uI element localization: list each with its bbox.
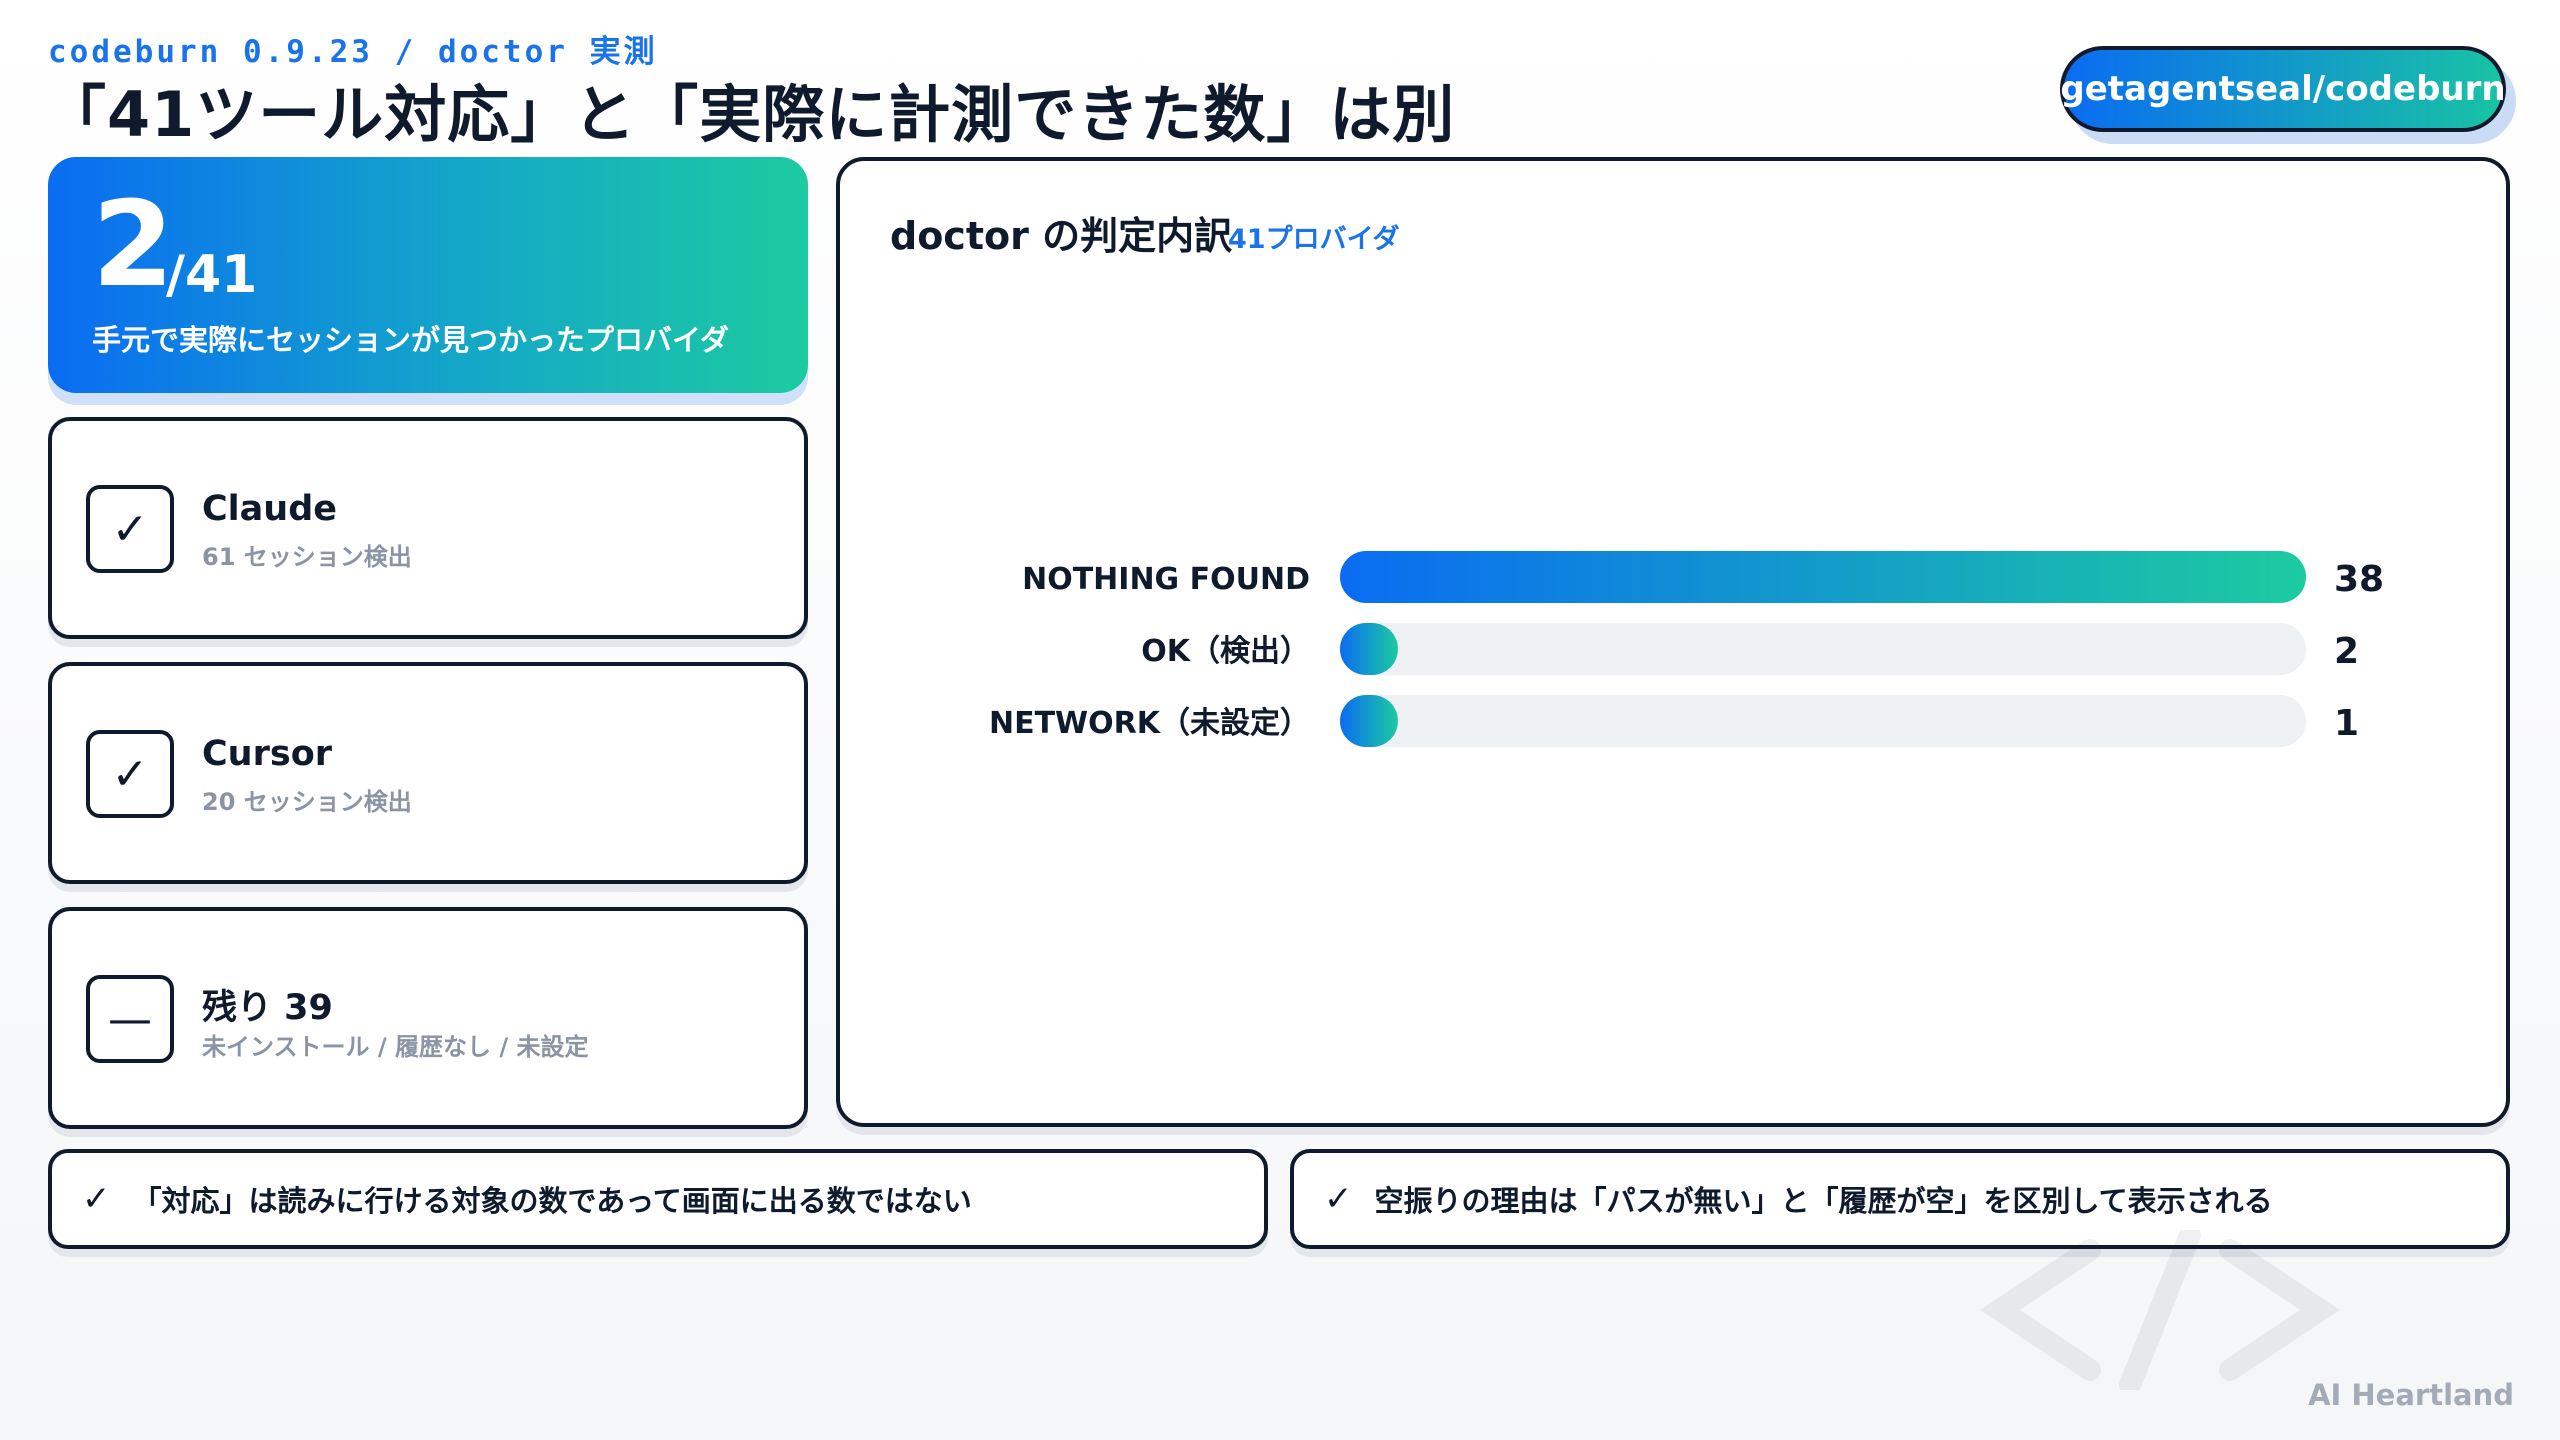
check-icon: ✓ bbox=[1324, 1179, 1353, 1219]
bar-2 bbox=[1340, 695, 1398, 747]
breakdown-bar-chart: NOTHING FOUND 38 OK（検出） 2 NETWORK（未設定） 1 bbox=[989, 551, 2384, 747]
category-label: NOTHING FOUND bbox=[1022, 562, 1310, 597]
bar-1 bbox=[1340, 623, 1398, 675]
provider-card-cursor: ✓ Cursor 20 セッション検出 bbox=[48, 662, 808, 884]
code-brackets-watermark-icon bbox=[1980, 1230, 2340, 1390]
note-text: 空振りの理由は「パスが無い」と「履歴が空」を区別して表示される bbox=[1374, 1184, 2273, 1218]
provider-card-claude: ✓ Claude 61 セッション検出 bbox=[48, 417, 808, 639]
note-card-support: ✓ 「対応」は読みに行ける対象の数であって画面に出る数ではない bbox=[48, 1149, 1268, 1249]
bar-track bbox=[1340, 695, 2306, 747]
provider-status-summary: 未インストール / 履歴なし / 未設定 bbox=[202, 1033, 589, 1061]
dash-icon: — bbox=[86, 975, 174, 1063]
repo-link-button[interactable]: getagentseal/codeburn bbox=[2060, 46, 2506, 132]
provider-name: Claude bbox=[202, 489, 338, 529]
provider-name: Cursor bbox=[202, 734, 333, 774]
hero-total: /41 bbox=[166, 245, 258, 305]
category-label: NETWORK（未設定） bbox=[989, 706, 1310, 741]
provider-session-count: 20 セッション検出 bbox=[202, 788, 412, 816]
provider-session-count: 61 セッション検出 bbox=[202, 543, 412, 571]
check-icon: ✓ bbox=[86, 730, 174, 818]
bar-0 bbox=[1340, 551, 2306, 603]
hero-stat-card: 2 /41 手元で実際にセッションが見つかったプロバイダ bbox=[48, 157, 808, 393]
value-label: 2 bbox=[2334, 631, 2359, 672]
note-text: 「対応」は読みに行ける対象の数であって画面に出る数ではない bbox=[132, 1184, 972, 1218]
provider-name: 残り 39 bbox=[202, 988, 333, 1028]
provider-card-remaining: — 残り 39 未インストール / 履歴なし / 未設定 bbox=[48, 907, 808, 1129]
page-title: 「41ツール対応」と「実際に計測できた数」は別 bbox=[44, 78, 1456, 151]
check-icon: ✓ bbox=[82, 1179, 111, 1219]
check-icon: ✓ bbox=[86, 485, 174, 573]
brand-label: AI Heartland bbox=[2308, 1378, 2514, 1412]
bar-track bbox=[1340, 623, 2306, 675]
category-label: OK（検出） bbox=[1141, 634, 1310, 669]
value-label: 38 bbox=[2334, 559, 2384, 600]
value-label: 1 bbox=[2334, 703, 2359, 744]
breakdown-panel: doctor の判定内訳 41プロバイダ NOTHING FOUND 38 OK（検… bbox=[836, 157, 2510, 1127]
hero-count: 2 bbox=[92, 175, 175, 313]
hero-caption: 手元で実際にセッションが見つかったプロバイダ bbox=[92, 323, 729, 357]
